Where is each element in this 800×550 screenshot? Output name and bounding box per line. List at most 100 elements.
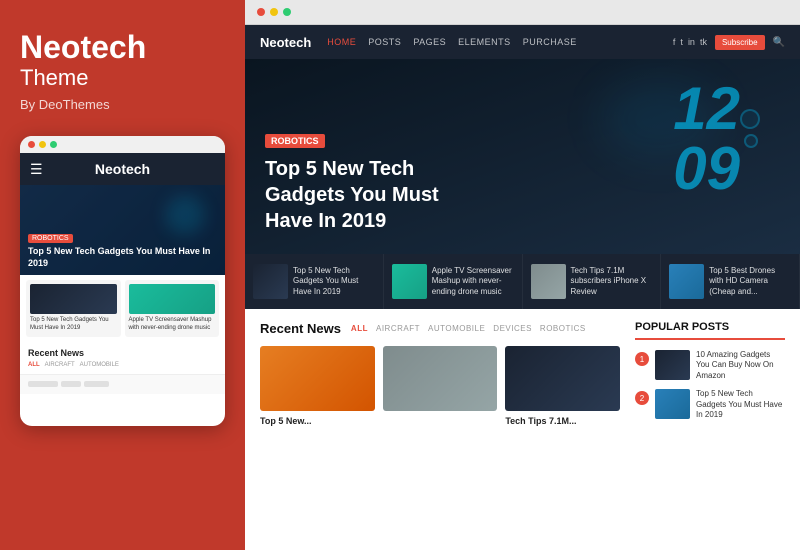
mobile-dot-green [50,141,57,148]
site-nav-right: f t in tk Subscribe 🔍 [673,35,785,50]
brand-name: Neotech [20,30,225,65]
hero-decorations [740,109,760,148]
news-card-1[interactable]: Top 5 New... [260,346,375,428]
nav-link-posts[interactable]: POSTS [368,37,401,47]
mobile-nav-title: Neotech [95,161,150,177]
popular-text-1: 10 Amazing Gadgets You Can Buy Now On Am… [696,350,785,381]
mobile-bottom-placeholder [20,374,225,394]
hero-section: 1209 ROBOTICS Top 5 New Tech Gadgets You… [245,59,800,254]
browser-dot-green [283,8,291,16]
recent-tab-aircraft[interactable]: AIRCRAFT [376,324,420,333]
twitter-icon[interactable]: t [680,37,683,47]
mobile-article-thumb-1 [30,284,117,314]
thumb-item-4[interactable]: Top 5 Best Drones with HD Camera (Cheap … [661,254,800,309]
browser-dot-yellow [270,8,278,16]
recent-tab-automobile[interactable]: AUTOMOBILE [428,324,485,333]
popular-thumb-1 [655,350,690,380]
recent-section: Recent News ALL AIRCRAFT AUTOMOBILE DEVI… [245,309,800,550]
thumb-item-2[interactable]: Apple TV Screensaver Mashup with never-e… [384,254,523,309]
hero-category-badge: ROBOTICS [265,134,325,148]
mobile-article-thumb-2 [129,284,216,314]
recent-news-title: Recent News [260,321,341,336]
popular-text-2: Top 5 New Tech Gadgets You Must Have In … [696,389,785,420]
nav-link-pages[interactable]: PAGES [413,37,446,47]
browser-dot-red [257,8,265,16]
site-nav-links: HOME POSTS PAGES ELEMENTS PURCHASE [327,37,673,47]
thumb-text-1: Top 5 New Tech Gadgets You Must Have In … [293,266,375,297]
news-card-title-1: Top 5 New... [260,416,375,428]
mobile-recent-section: Recent News ALL AIRCRAFT AUTOMOBILE [20,342,225,374]
mini-line-1 [28,381,58,387]
popular-thumb-2 [655,389,690,419]
thumb-img-1 [253,264,288,299]
popular-posts: POPULAR POSTS 1 10 Amazing Gadgets You C… [635,321,785,538]
popular-item-2[interactable]: 2 Top 5 New Tech Gadgets You Must Have I… [635,389,785,420]
thumb-img-3 [531,264,566,299]
nav-link-elements[interactable]: ELEMENTS [458,37,511,47]
mobile-recent-tabs: ALL AIRCRAFT AUTOMOBILE [28,362,217,368]
deco-dot-1 [740,109,760,129]
browser-content: Neotech HOME POSTS PAGES ELEMENTS PURCHA… [245,25,800,550]
site-logo: Neotech [260,35,311,50]
mobile-article-card-1[interactable]: Top 5 New Tech Gadgets You Must Have In … [26,280,121,337]
tiktok-icon[interactable]: tk [700,37,707,47]
mobile-hero-content: ROBOTICS Top 5 New Tech Gadgets You Must… [28,227,217,269]
news-card-title-3: Tech Tips 7.1M... [505,416,620,428]
by-author: By DeoThemes [20,97,225,112]
nav-link-purchase[interactable]: PURCHASE [523,37,577,47]
nav-link-home[interactable]: HOME [327,37,356,47]
thumb-img-4 [669,264,704,299]
instagram-icon[interactable]: in [688,37,695,47]
brand-sub: Theme [20,65,225,91]
news-card-img-1 [260,346,375,411]
facebook-icon[interactable]: f [673,37,676,47]
recent-header: Recent News ALL AIRCRAFT AUTOMOBILE DEVI… [260,321,620,336]
mini-line-2 [61,381,81,387]
hero-number: 1209 [673,79,740,199]
search-icon[interactable]: 🔍 [773,37,785,48]
hero-content: ROBOTICS Top 5 New Tech Gadgets You Must… [245,131,485,254]
mobile-top-bar [20,136,225,153]
left-panel: Neotech Theme By DeoThemes ☰ Neotech ROB… [0,0,245,550]
news-card-img-2 [383,346,498,411]
recent-tab-all[interactable]: ALL [351,324,368,333]
mobile-articles: Top 5 New Tech Gadgets You Must Have In … [20,275,225,342]
mobile-tab-automobile[interactable]: AUTOMOBILE [80,362,119,368]
mobile-article-text-2: Apple TV Screensaver Mashup with never-e… [129,317,216,333]
social-icons: f t in tk [673,37,707,47]
mobile-article-text-1: Top 5 New Tech Gadgets You Must Have In … [30,317,117,333]
recent-tab-robotics[interactable]: ROBOTICS [540,324,586,333]
browser-chrome [245,0,800,25]
mobile-robotics-badge: ROBOTICS [28,234,73,243]
news-card-2[interactable] [383,346,498,428]
thumb-item-1[interactable]: Top 5 New Tech Gadgets You Must Have In … [245,254,384,309]
news-card-3[interactable]: Tech Tips 7.1M... [505,346,620,428]
mobile-tab-aircraft[interactable]: AIRCRAFT [45,362,75,368]
popular-num-1: 1 [635,352,649,366]
mobile-recent-title: Recent News [28,348,217,358]
site-nav: Neotech HOME POSTS PAGES ELEMENTS PURCHA… [245,25,800,59]
mobile-nav: ☰ Neotech [20,153,225,185]
recent-left: Recent News ALL AIRCRAFT AUTOMOBILE DEVI… [260,321,620,538]
popular-posts-title: POPULAR POSTS [635,321,785,340]
thumb-item-3[interactable]: Tech Tips 7.1M subscribers iPhone X Revi… [523,254,662,309]
mobile-hero-title: Top 5 New Tech Gadgets You Must Have In … [28,246,217,269]
news-card-img-3 [505,346,620,411]
mobile-hero: ROBOTICS Top 5 New Tech Gadgets You Must… [20,185,225,275]
right-panel: Neotech HOME POSTS PAGES ELEMENTS PURCHA… [245,0,800,550]
mobile-mockup: ☰ Neotech ROBOTICS Top 5 New Tech Gadget… [20,136,225,426]
mobile-tab-all[interactable]: ALL [28,362,40,368]
popular-num-2: 2 [635,391,649,405]
thumb-text-4: Top 5 Best Drones with HD Camera (Cheap … [709,266,791,297]
subscribe-button[interactable]: Subscribe [715,35,765,50]
popular-item-1[interactable]: 1 10 Amazing Gadgets You Can Buy Now On … [635,350,785,381]
thumb-text-3: Tech Tips 7.1M subscribers iPhone X Revi… [571,266,653,297]
mobile-dot-red [28,141,35,148]
hamburger-icon[interactable]: ☰ [30,161,43,178]
thumbs-row: Top 5 New Tech Gadgets You Must Have In … [245,254,800,309]
recent-tab-devices[interactable]: DEVICES [493,324,532,333]
deco-dot-2 [744,134,758,148]
hero-title: Top 5 New Tech Gadgets You Must Have In … [265,156,465,234]
mobile-dot-yellow [39,141,46,148]
mobile-article-card-2[interactable]: Apple TV Screensaver Mashup with never-e… [125,280,220,337]
